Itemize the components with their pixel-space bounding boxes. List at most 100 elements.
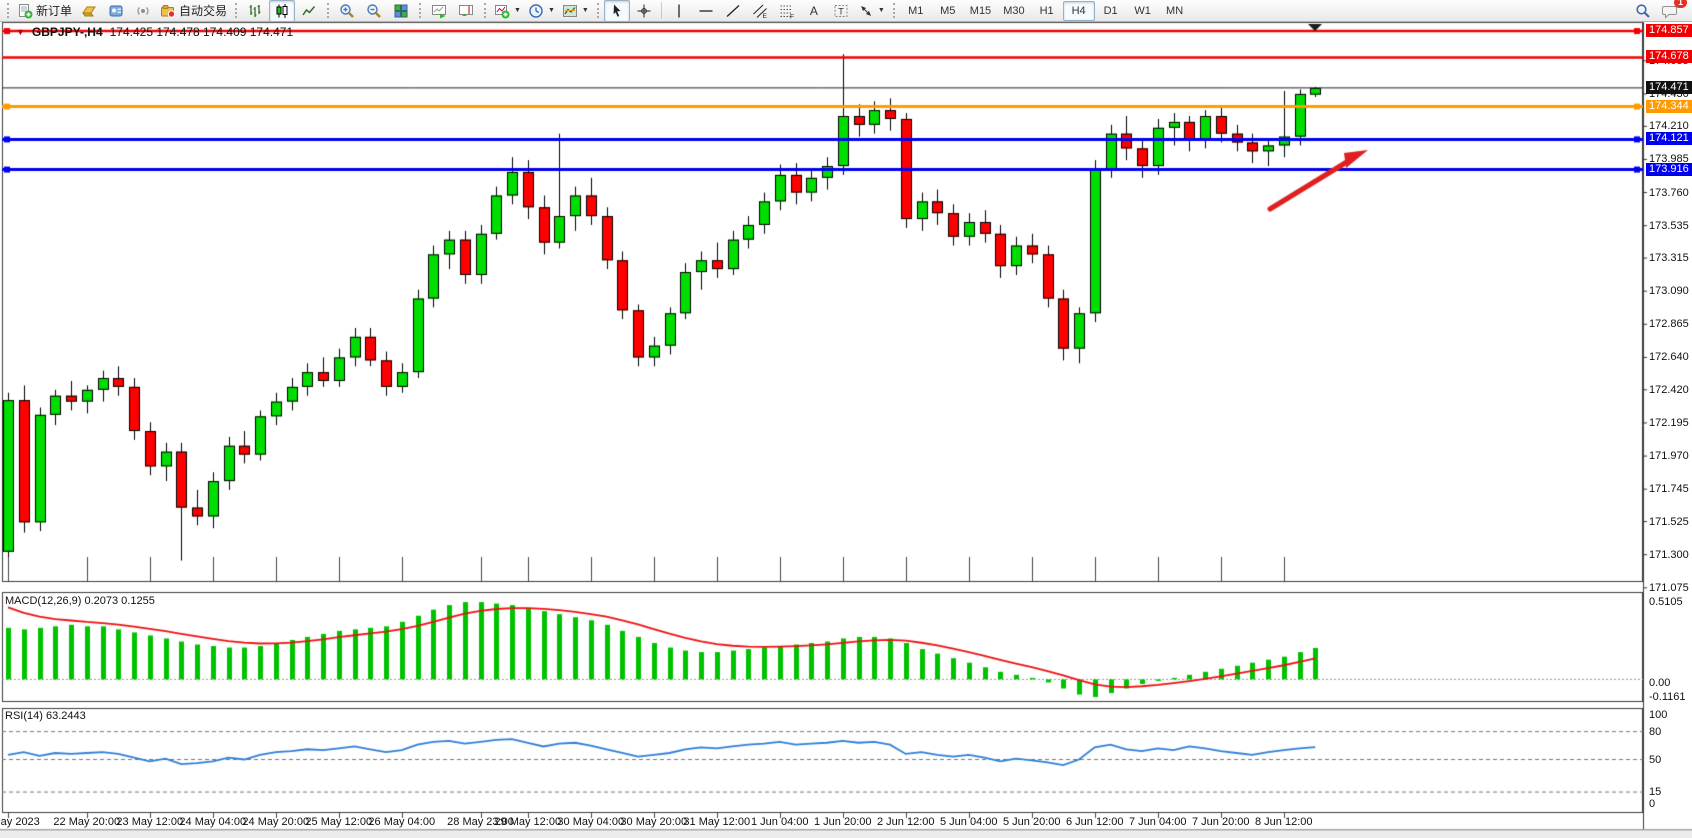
timeframe-W1[interactable]: W1	[1127, 1, 1159, 21]
time-axis-label: 1 Jun 20:00	[814, 816, 872, 828]
timeframe-D1[interactable]: D1	[1095, 1, 1127, 21]
search-icon	[1635, 3, 1651, 19]
time-axis-label: 30 May 04:00	[557, 816, 624, 828]
tile-windows-button[interactable]	[388, 0, 414, 22]
time-axis-label: 29 May 12:00	[494, 816, 561, 828]
price-axis[interactable]: 174.655174.430174.210173.985173.760173.5…	[1643, 22, 1692, 813]
zoom-in-button[interactable]	[334, 0, 360, 22]
timeframe-M5[interactable]: M5	[932, 1, 964, 21]
time-axis[interactable]: 22 May 202322 May 20:0023 May 12:0024 Ma…	[0, 813, 1643, 830]
price-tick-label: 171.970	[1649, 450, 1689, 462]
price-tick-label: 173.090	[1649, 285, 1689, 297]
chart-shift-button[interactable]	[453, 0, 479, 22]
fibonacci-icon: F	[779, 3, 795, 19]
time-axis-label: 2 Jun 12:00	[877, 816, 935, 828]
timeframe-M1[interactable]: M1	[900, 1, 932, 21]
price-tick-label: 173.760	[1649, 187, 1689, 199]
price-tick-label: 173.315	[1649, 252, 1689, 264]
price-tick-label: 171.300	[1649, 549, 1689, 561]
vertical-line-icon	[672, 3, 686, 19]
arrows-icon	[858, 3, 874, 19]
time-axis-label: 31 May 12:00	[683, 816, 750, 828]
toolbar-grip[interactable]	[327, 3, 329, 18]
price-badge: 174.471	[1646, 81, 1692, 94]
time-axis-label: 24 May 20:00	[242, 816, 309, 828]
clock-icon	[528, 3, 544, 19]
toolbar-grip[interactable]	[484, 3, 486, 18]
text-button[interactable]: A	[801, 0, 827, 22]
new-order-button[interactable]: 新订单	[14, 0, 75, 22]
time-axis-label: 5 Jun 20:00	[1003, 816, 1061, 828]
tile-windows-icon	[393, 3, 409, 19]
vertical-line-button[interactable]	[666, 0, 692, 22]
toolbar-grip[interactable]	[893, 3, 895, 18]
text-label-button[interactable]: T	[828, 0, 854, 22]
candlestick-chart-icon	[274, 3, 290, 19]
market-watch-button[interactable]	[103, 0, 129, 22]
timeframe-H1[interactable]: H1	[1031, 1, 1063, 21]
signals-button[interactable]	[130, 0, 156, 22]
cursor-arrow-icon	[609, 3, 625, 19]
timeframe-M15[interactable]: M15	[964, 1, 997, 21]
text-icon: A	[810, 4, 818, 18]
time-axis-label: 7 Jun 04:00	[1129, 816, 1187, 828]
macd-label: MACD(12,26,9) 0.2073 0.1255	[5, 595, 155, 607]
new-order-icon	[17, 3, 33, 19]
toolbar-grip[interactable]	[419, 3, 421, 18]
auto-scroll-icon	[431, 3, 447, 19]
macd-axis-label: 0.5105	[1649, 596, 1683, 608]
rsi-axis-label: 80	[1649, 726, 1661, 738]
line-chart-icon	[301, 3, 317, 19]
macd-axis-label: -0.1161	[1649, 691, 1686, 703]
channel-button[interactable]: E	[747, 0, 773, 22]
bar-chart-icon	[247, 3, 263, 19]
chevron-down-icon: ▼	[878, 7, 885, 14]
text-label-icon: T	[833, 3, 849, 19]
price-tick-label: 171.745	[1649, 483, 1689, 495]
auto-trading-button[interactable]: 自动交易	[157, 0, 230, 22]
chart-bars-button[interactable]	[242, 0, 268, 22]
search-button[interactable]	[1630, 0, 1656, 22]
notifications-button[interactable]: 1	[1657, 0, 1683, 22]
symbol-marker-icon: ▼	[16, 25, 25, 39]
chart-candles-button[interactable]	[269, 0, 295, 22]
timeframe-MN[interactable]: MN	[1159, 1, 1191, 21]
macd-axis-label: 0.00	[1649, 677, 1670, 689]
price-badge: 174.344	[1646, 100, 1692, 113]
new-order-label: 新订单	[36, 2, 72, 19]
indicators-button[interactable]: ▼	[491, 0, 524, 22]
toolbar-grip[interactable]	[7, 3, 9, 18]
trendline-button[interactable]	[720, 0, 746, 22]
crosshair-icon	[636, 3, 652, 19]
rsi-axis-label: 50	[1649, 754, 1661, 766]
auto-trading-label: 自动交易	[179, 2, 227, 19]
timeframe-M30[interactable]: M30	[997, 1, 1030, 21]
auto-scroll-button[interactable]	[426, 0, 452, 22]
horizontal-line-button[interactable]	[693, 0, 719, 22]
price-chart-canvas[interactable]	[0, 0, 1692, 837]
zoom-out-button[interactable]	[361, 0, 387, 22]
chart-line-button[interactable]	[296, 0, 322, 22]
timeframe-H4[interactable]: H4	[1063, 1, 1095, 21]
zoom-out-icon	[366, 3, 382, 19]
blue-window-icon	[108, 3, 124, 19]
price-tick-label: 172.640	[1649, 351, 1689, 363]
fibonacci-button[interactable]: F	[774, 0, 800, 22]
time-axis-label: 5 Jun 04:00	[940, 816, 998, 828]
cursor-button[interactable]	[604, 0, 630, 22]
indicators-icon	[494, 3, 510, 19]
price-tick-label: 171.075	[1649, 582, 1689, 594]
time-axis-label: 23 May 12:00	[116, 816, 183, 828]
templates-button[interactable]: ▼	[559, 0, 592, 22]
time-axis-label: 30 May 20:00	[620, 816, 687, 828]
crosshair-button[interactable]	[631, 0, 657, 22]
rsi-axis-label: 15	[1649, 786, 1661, 798]
time-axis-label: 22 May 20:00	[53, 816, 120, 828]
toolbar-grip[interactable]	[235, 3, 237, 18]
arrows-button[interactable]: ▼	[855, 0, 888, 22]
periods-button[interactable]: ▼	[525, 0, 558, 22]
metaeditor-button[interactable]	[76, 0, 102, 22]
toolbar-grip[interactable]	[597, 3, 599, 18]
auto-trading-icon	[160, 3, 176, 19]
price-badge: 174.857	[1646, 24, 1692, 37]
